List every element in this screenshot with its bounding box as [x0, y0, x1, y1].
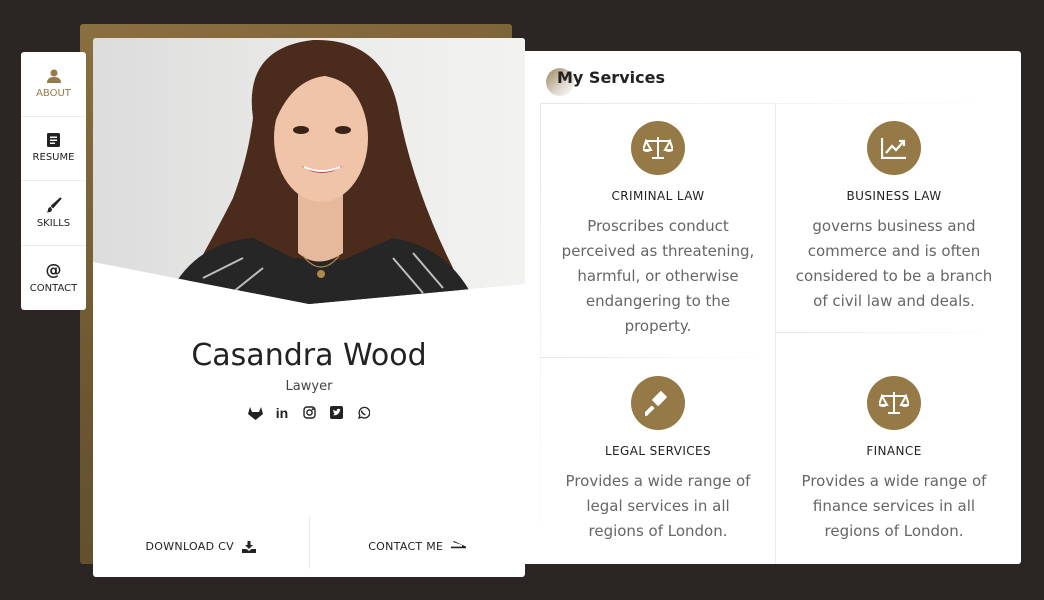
- profile-role: Lawyer: [285, 379, 333, 394]
- social-links: in: [93, 405, 525, 421]
- nav-item-skills[interactable]: SKILLS: [21, 181, 86, 246]
- nav-item-resume[interactable]: RESUME: [21, 117, 86, 181]
- user-icon: [46, 69, 61, 83]
- document-icon: [47, 133, 60, 148]
- service-description: Provides a wide range of finance service…: [801, 472, 987, 540]
- services-panel: My Services CRIMINAL LAW Proscribes cond…: [518, 51, 1021, 564]
- side-navigation: ABOUT RESUME SKILLS @ CONTACT: [21, 52, 86, 310]
- at-icon: @: [45, 259, 62, 279]
- download-cv-button[interactable]: DOWNLOAD CV: [93, 516, 309, 577]
- nav-label: ABOUT: [36, 87, 71, 99]
- download-icon: [241, 540, 256, 553]
- service-name: CRIMINAL LAW: [611, 189, 705, 203]
- services-title: My Services: [557, 68, 665, 87]
- download-cv-label: DOWNLOAD CV: [145, 540, 234, 553]
- profile-photo: [93, 38, 525, 304]
- service-description: governs business and commerce and is oft…: [795, 217, 993, 310]
- profile-card: Casandra Wood Lawyer in DOWNLOAD CV CONT…: [93, 38, 525, 577]
- gitlab-icon[interactable]: [247, 405, 263, 420]
- card-footer: DOWNLOAD CV CONTACT ME: [93, 516, 525, 577]
- nav-item-about[interactable]: ABOUT: [21, 52, 86, 117]
- service-business-law: BUSINESS LAW governs business and commer…: [776, 121, 1012, 314]
- contact-me-button[interactable]: CONTACT ME: [310, 516, 526, 577]
- service-criminal-law: CRIMINAL LAW Proscribes conduct perceive…: [540, 121, 776, 339]
- nav-label: RESUME: [32, 152, 75, 164]
- linkedin-icon[interactable]: in: [275, 405, 290, 421]
- nav-label: CONTACT: [29, 282, 78, 294]
- profile-name: Casandra Wood: [191, 338, 427, 373]
- service-name: LEGAL SERVICES: [604, 444, 712, 458]
- nav-label: SKILLS: [36, 217, 71, 229]
- twitter-icon[interactable]: [329, 405, 344, 420]
- service-finance: FINANCE Provides a wide range of finance…: [776, 376, 1012, 544]
- scales-icon: [631, 121, 685, 175]
- chart-icon: [867, 121, 921, 175]
- gavel-icon: [631, 376, 685, 430]
- send-icon: [451, 541, 467, 549]
- service-description: Proscribes conduct perceived as threaten…: [561, 217, 755, 335]
- service-legal-services: LEGAL SERVICES Provides a wide range of …: [540, 376, 776, 544]
- service-name: FINANCE: [866, 444, 922, 458]
- whatsapp-icon[interactable]: [356, 405, 371, 420]
- service-name: BUSINESS LAW: [846, 189, 942, 203]
- service-description: Provides a wide range of legal services …: [565, 472, 751, 540]
- instagram-icon[interactable]: [302, 405, 317, 420]
- contact-me-label: CONTACT ME: [368, 540, 444, 553]
- scales-icon: [867, 376, 921, 430]
- nav-item-contact[interactable]: @ CONTACT: [21, 246, 86, 311]
- brush-icon: [45, 197, 62, 212]
